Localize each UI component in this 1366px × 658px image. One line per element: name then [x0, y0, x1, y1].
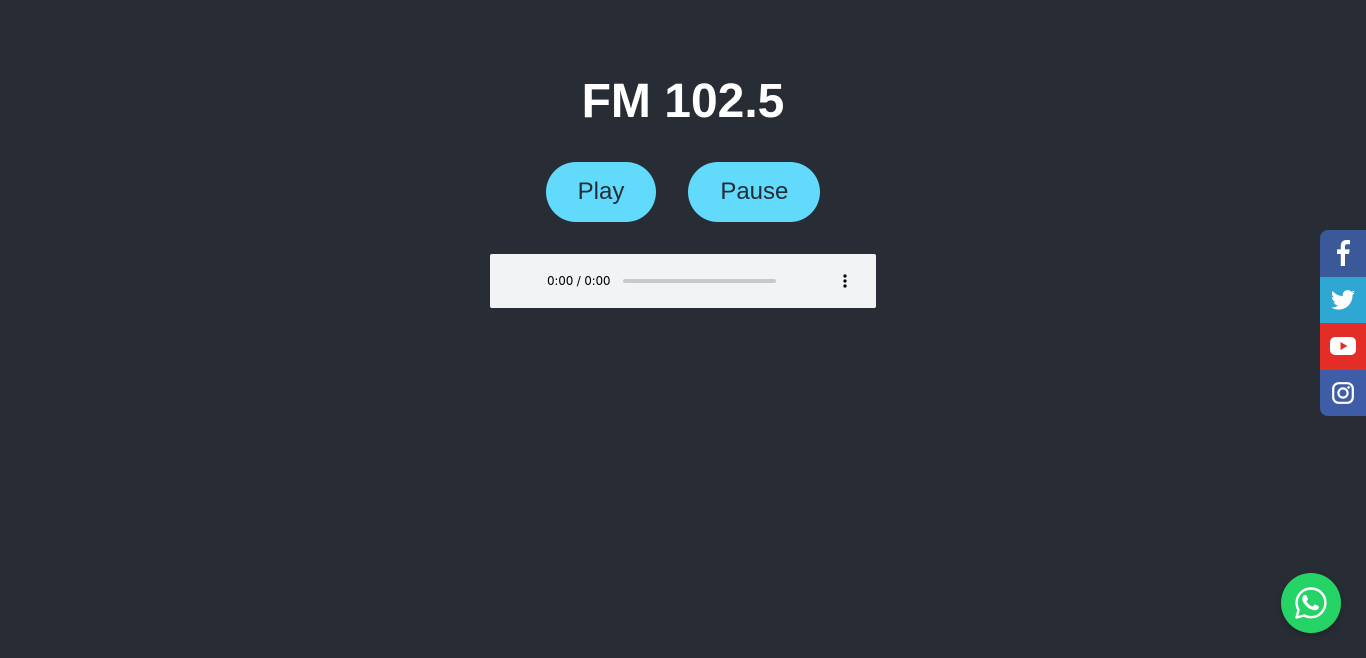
twitter-icon — [1331, 289, 1355, 310]
station-title: FM 102.5 — [581, 75, 785, 128]
page: FM 102.5 Play Pause 0:00 / 0:00 — [0, 0, 1366, 658]
audio-progress-bar[interactable] — [623, 279, 776, 283]
youtube-icon — [1330, 337, 1356, 356]
instagram-button[interactable] — [1320, 369, 1366, 416]
facebook-icon — [1337, 240, 1350, 267]
audio-time-display: 0:00 / 0:00 — [547, 274, 611, 288]
facebook-button[interactable] — [1320, 230, 1366, 277]
whatsapp-icon — [1295, 587, 1327, 619]
instagram-icon — [1332, 381, 1354, 404]
pause-button[interactable]: Pause — [688, 162, 821, 222]
youtube-button[interactable] — [1320, 323, 1366, 370]
twitter-button[interactable] — [1320, 276, 1366, 323]
more-options-icon[interactable] — [837, 271, 853, 291]
play-button[interactable]: Play — [545, 162, 657, 222]
whatsapp-button[interactable] — [1281, 573, 1341, 633]
playback-controls: Play Pause — [0, 162, 1366, 222]
social-share-bar — [1320, 230, 1366, 416]
audio-player[interactable]: 0:00 / 0:00 — [490, 254, 876, 308]
